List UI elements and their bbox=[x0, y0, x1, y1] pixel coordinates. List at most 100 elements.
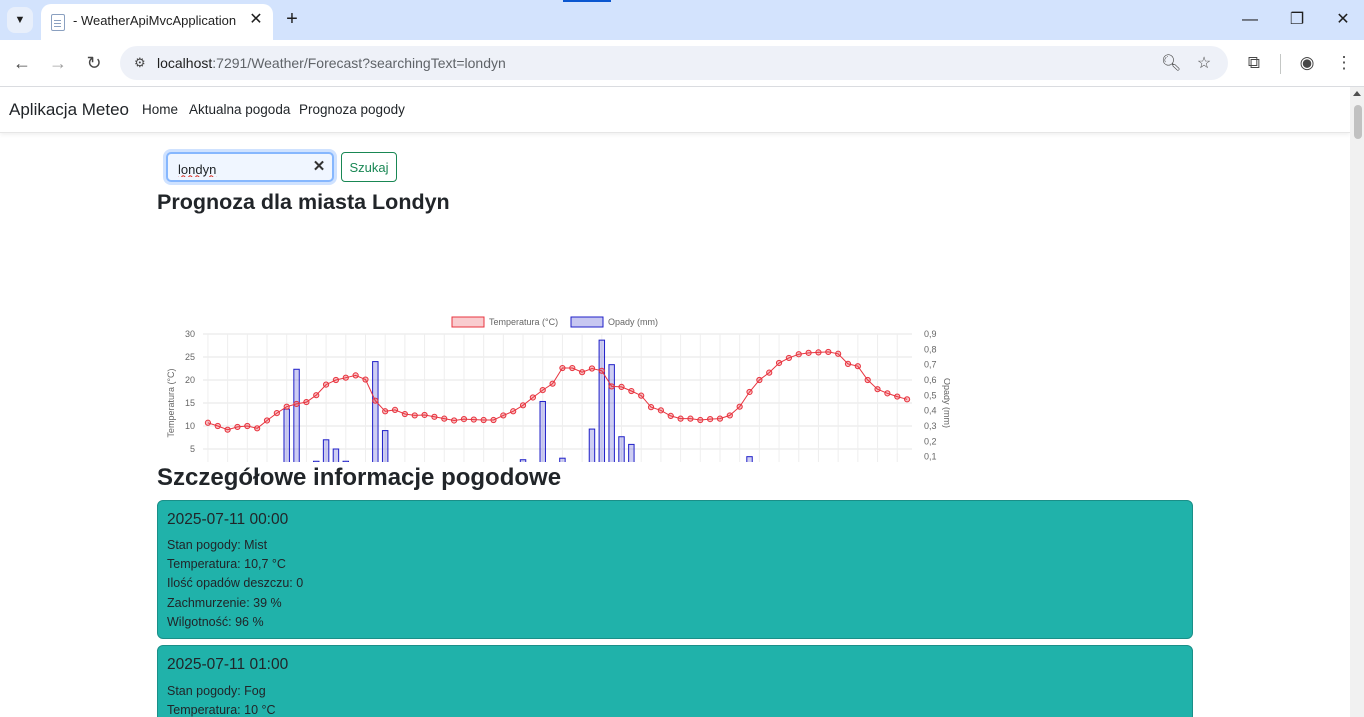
card-condition: Stan pogody: Fog bbox=[167, 684, 266, 698]
temperature-point bbox=[805, 349, 812, 356]
bookmark-star-icon[interactable]: ☆ bbox=[1194, 54, 1214, 74]
nav-link-home[interactable]: Home bbox=[142, 102, 178, 117]
y-left-axis-title: Temperatura (°C) bbox=[166, 368, 176, 437]
legend-precipitation-label: Opady (mm) bbox=[608, 317, 658, 327]
precipitation-bar bbox=[608, 364, 615, 462]
temperature-point bbox=[539, 387, 546, 394]
temperature-point bbox=[549, 380, 556, 387]
temperature-point bbox=[254, 425, 261, 432]
temperature-point bbox=[835, 350, 842, 357]
temperature-point bbox=[559, 364, 566, 372]
precipitation-bar bbox=[332, 448, 340, 462]
browser-tab[interactable]: - WeatherApiMvcApplication ✕ bbox=[41, 4, 273, 40]
temperature-point bbox=[716, 415, 724, 422]
precipitation-bar bbox=[588, 428, 596, 462]
temperature-point bbox=[657, 407, 664, 414]
temperature-point bbox=[894, 393, 901, 400]
url-text[interactable]: localhost:7291/Weather/Forecast?searchin… bbox=[157, 55, 506, 71]
temperature-point bbox=[293, 400, 300, 408]
restore-button[interactable]: ❐ bbox=[1285, 8, 1309, 32]
y-left-tick-label: 30 bbox=[185, 329, 195, 339]
y-right-tick-label: 0,3 bbox=[924, 421, 937, 431]
extensions-icon[interactable]: ⧉ bbox=[1242, 51, 1266, 75]
forecast-chart: 05101520253000,10,20,30,40,50,60,70,80,9… bbox=[166, 316, 950, 462]
back-button[interactable]: ← bbox=[9, 50, 35, 76]
search-input[interactable] bbox=[176, 158, 310, 180]
page-scrollbar[interactable] bbox=[1350, 87, 1364, 717]
minimize-button[interactable]: — bbox=[1238, 8, 1262, 32]
temperature-point bbox=[313, 392, 320, 399]
window-close-button[interactable]: ✕ bbox=[1331, 8, 1355, 32]
address-bar[interactable]: ⚙ localhost:7291/Weather/Forecast?search… bbox=[120, 46, 1228, 80]
temperature-point bbox=[529, 394, 536, 401]
temperature-point bbox=[608, 383, 615, 390]
card-title: 2025-07-11 01:00 bbox=[167, 656, 289, 673]
temperature-point bbox=[322, 381, 330, 388]
y-right-tick-label: 0,9 bbox=[924, 329, 937, 339]
y-right-tick-label: 0,1 bbox=[924, 452, 937, 462]
temperature-point bbox=[677, 415, 684, 422]
temperature-point bbox=[372, 397, 379, 404]
y-right-tick-label: 0,8 bbox=[924, 344, 937, 354]
tab-search-button[interactable]: ▼ bbox=[7, 7, 33, 33]
toolbar-divider bbox=[1280, 54, 1281, 74]
temperature-point bbox=[756, 376, 763, 384]
temperature-point bbox=[342, 374, 349, 381]
tab-close-icon[interactable]: ✕ bbox=[246, 10, 266, 30]
precipitation-bar bbox=[628, 443, 635, 462]
temperature-point bbox=[785, 354, 793, 362]
scroll-up-arrow-icon[interactable] bbox=[1353, 91, 1361, 96]
temperature-point bbox=[510, 408, 517, 415]
temperature-point bbox=[874, 386, 881, 393]
search-button[interactable]: Szukaj bbox=[341, 152, 397, 182]
zoom-icon[interactable]: 🔍︎ bbox=[1161, 54, 1181, 74]
forecast-card: 2025-07-11 00:00 Stan pogody: Mist Tempe… bbox=[157, 500, 1193, 639]
y-right-axis-title: Opady (mm) bbox=[942, 378, 950, 428]
temperature-point bbox=[224, 426, 231, 433]
navbar-brand[interactable]: Aplikacja Meteo bbox=[9, 100, 129, 120]
temperature-point bbox=[391, 406, 399, 413]
temperature-point bbox=[470, 416, 477, 423]
legend-temperature-swatch bbox=[451, 316, 485, 328]
temperature-point bbox=[825, 348, 832, 356]
nav-link-current-weather[interactable]: Aktualna pogoda bbox=[189, 102, 290, 117]
precipitation-bar bbox=[322, 439, 330, 462]
browser-tabstrip: ▼ - WeatherApiMvcApplication ✕ + — ❐ ✕ bbox=[0, 0, 1364, 40]
clear-search-icon[interactable]: ✕ bbox=[310, 157, 328, 177]
nav-link-forecast[interactable]: Prognoza pogody bbox=[299, 102, 405, 117]
temperature-point bbox=[263, 417, 271, 424]
menu-icon[interactable]: ⋮ bbox=[1332, 51, 1356, 75]
y-left-tick-label: 20 bbox=[185, 375, 195, 385]
card-title: 2025-07-11 00:00 bbox=[167, 511, 289, 528]
precipitation-bar bbox=[519, 459, 527, 462]
search-field[interactable]: ✕ bbox=[166, 152, 334, 182]
temperature-point bbox=[628, 387, 635, 395]
y-right-tick-label: 0,7 bbox=[924, 360, 937, 370]
temperature-point bbox=[687, 415, 694, 422]
profile-icon[interactable]: ◉ bbox=[1295, 51, 1319, 75]
temperature-point bbox=[795, 351, 802, 358]
y-left-tick-label: 5 bbox=[190, 444, 195, 454]
temperature-point bbox=[460, 416, 468, 423]
temperature-point bbox=[667, 412, 674, 419]
scrollbar-thumb[interactable] bbox=[1354, 105, 1362, 139]
site-info-icon[interactable]: ⚙ bbox=[134, 55, 146, 71]
forecast-title: Prognoza dla miasta Londyn bbox=[157, 190, 450, 214]
reload-button[interactable]: ↻ bbox=[81, 50, 107, 76]
precipitation-bar bbox=[372, 361, 379, 462]
forecast-card: 2025-07-11 01:00 Stan pogody: Fog Temper… bbox=[157, 645, 1193, 717]
legend-temperature-label: Temperatura (°C) bbox=[489, 317, 558, 327]
temperature-point bbox=[726, 412, 733, 419]
temperature-point bbox=[362, 376, 369, 383]
temperature-point bbox=[411, 412, 418, 419]
forward-button[interactable]: → bbox=[45, 50, 71, 76]
card-rain: Ilość opadów deszczu: 0 bbox=[167, 576, 304, 590]
precipitation-bar bbox=[746, 456, 753, 462]
new-tab-button[interactable]: + bbox=[281, 8, 303, 30]
temperature-point bbox=[382, 408, 389, 415]
temperature-line bbox=[207, 351, 908, 431]
temperature-point bbox=[490, 416, 497, 424]
precipitation-bar bbox=[381, 430, 389, 462]
temperature-point bbox=[579, 369, 586, 376]
temperature-point bbox=[519, 402, 527, 409]
